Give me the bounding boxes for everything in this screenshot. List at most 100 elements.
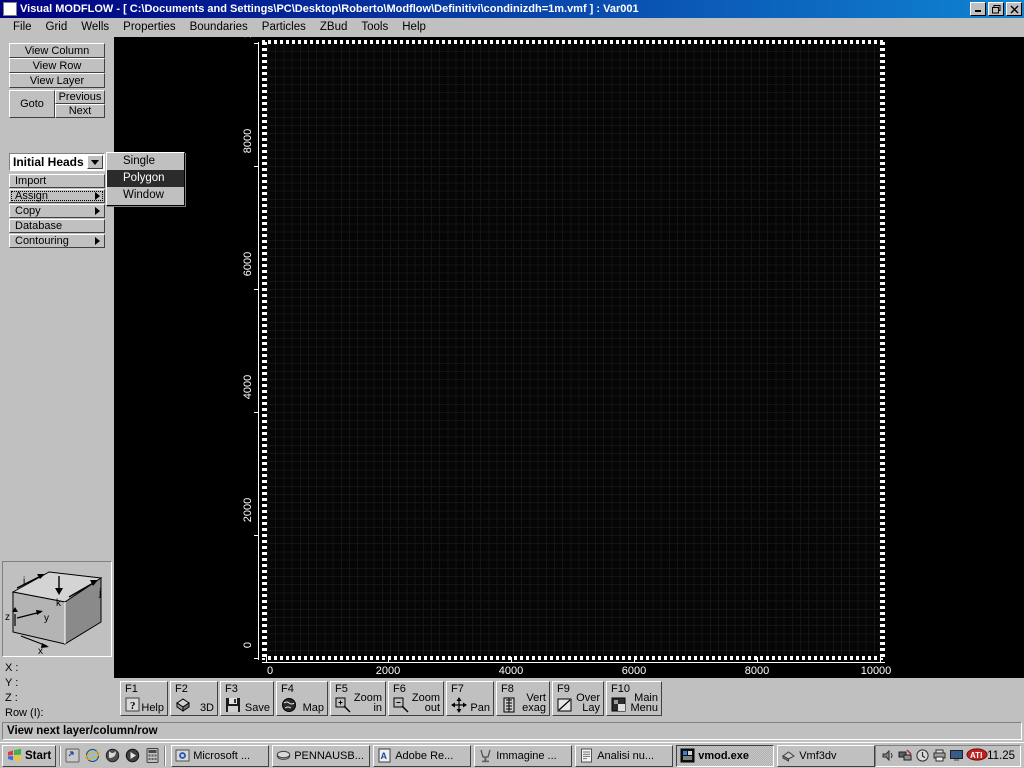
ati-icon[interactable]: ATI <box>966 748 988 763</box>
display-icon[interactable] <box>949 748 964 763</box>
start-button[interactable]: Start <box>2 744 57 767</box>
f6-zoom-out-button[interactable]: F6 Zoom out <box>388 681 444 716</box>
x-tick-label: 4000 <box>498 665 524 677</box>
database-button[interactable]: Database <box>9 219 105 233</box>
menu-particles[interactable]: Particles <box>255 20 313 34</box>
cube-diagram: i j k x y z <box>5 571 103 657</box>
media-player-icon[interactable] <box>104 747 121 764</box>
show-desktop-icon[interactable] <box>64 747 81 764</box>
view-column-button[interactable]: View Column <box>9 43 105 58</box>
import-button[interactable]: Import <box>9 174 105 188</box>
next-button[interactable]: Next <box>55 104 105 118</box>
coord-row-row: Row (I): <box>0 706 112 721</box>
y-tick-label: 10000 <box>242 37 254 38</box>
overlay-icon <box>557 697 573 713</box>
svg-text:A: A <box>381 751 388 761</box>
x-axis-line <box>262 662 885 663</box>
coord-row-z: Z : <box>0 691 112 706</box>
view-layer-button[interactable]: View Layer <box>9 73 105 88</box>
task-button-analisi[interactable]: Analisi nu... <box>575 744 674 767</box>
task-button-immagine[interactable]: Immagine ... <box>474 744 573 767</box>
submenu-arrow-icon <box>95 192 100 200</box>
menu-properties[interactable]: Properties <box>116 20 182 34</box>
taskbar-clock: 11.25 <box>987 749 1015 762</box>
menu-help[interactable]: Help <box>395 20 433 34</box>
visual-modflow-window: Visual MODFLOW - [ C:\Documents and Sett… <box>0 0 1024 768</box>
data-type-combobox[interactable]: Initial Heads <box>9 153 105 171</box>
y-tick-label: 4000 <box>242 374 254 400</box>
menu-file[interactable]: File <box>6 20 39 34</box>
y-tick-label: 8000 <box>242 128 254 154</box>
menu-grid[interactable]: Grid <box>39 20 75 34</box>
task-label: Vmf3dv <box>799 749 837 762</box>
menu-wells[interactable]: Wells <box>74 20 116 34</box>
calculator-icon[interactable] <box>144 747 161 764</box>
axis-left-rail <box>262 42 267 658</box>
quicktime-icon[interactable] <box>124 747 141 764</box>
assign-button[interactable]: Assign <box>9 189 105 203</box>
f8-vert-exag-button[interactable]: F8 Vert exag <box>496 681 550 716</box>
restore-button[interactable] <box>988 2 1004 16</box>
coord-row-x: X : <box>0 661 112 676</box>
vmod-icon <box>680 748 695 763</box>
f10-main-menu-button[interactable]: F10 Main Menu <box>606 681 662 716</box>
task-button-vmf3dv[interactable]: Vmf3dv <box>777 744 876 767</box>
network-icon[interactable] <box>898 748 913 763</box>
f9-overlay-button[interactable]: F9 Over Lay <box>552 681 604 716</box>
x-tick-label: 6000 <box>621 665 647 677</box>
volume-icon[interactable] <box>881 748 896 763</box>
task-button-microsoft[interactable]: Microsoft ... <box>171 744 270 767</box>
y-axis-line <box>258 42 259 660</box>
f4-map-button[interactable]: F4 Map <box>276 681 328 716</box>
finite-difference-grid[interactable] <box>266 42 880 658</box>
menu-tools[interactable]: Tools <box>354 20 395 34</box>
submenu-item-polygon[interactable]: Polygon <box>107 170 184 187</box>
f6-key-label: F6 <box>393 683 406 695</box>
submenu-item-single[interactable]: Single <box>107 153 184 170</box>
menu-zbud[interactable]: ZBud <box>313 20 355 34</box>
printer-icon[interactable] <box>932 748 947 763</box>
y-tick-mark <box>254 535 259 536</box>
goto-button[interactable]: Goto <box>9 90 55 118</box>
imaging-icon <box>478 748 493 763</box>
coord-label-z: Z : <box>5 692 18 704</box>
task-button-vmod[interactable]: vmod.exe <box>676 744 775 767</box>
taskbar-divider <box>59 745 62 766</box>
f7-pan-button[interactable]: F7 Pan <box>446 681 494 716</box>
system-tray: ATI 11.25 <box>875 744 1021 767</box>
f3-save-button[interactable]: F3 Save <box>220 681 274 716</box>
f5-zoom-in-button[interactable]: F5 Zoom in <box>330 681 386 716</box>
contouring-button[interactable]: Contouring <box>9 234 105 248</box>
previous-button[interactable]: Previous <box>55 90 105 104</box>
antivirus-icon[interactable] <box>915 748 930 763</box>
assign-submenu: Single Polygon Window <box>106 152 185 206</box>
f4-label: Map <box>302 702 324 714</box>
word-icon <box>579 748 594 763</box>
app-icon <box>3 2 17 16</box>
close-button[interactable] <box>1006 2 1022 16</box>
menu-boundaries[interactable]: Boundaries <box>183 20 255 34</box>
internet-explorer-icon[interactable] <box>84 747 101 764</box>
x-tick-label: 8000 <box>744 665 770 677</box>
cube-label-j: j <box>98 588 101 599</box>
window-title: Visual MODFLOW - [ C:\Documents and Sett… <box>20 3 639 15</box>
x-tick-mark <box>511 657 512 662</box>
view-row-button[interactable]: View Row <box>9 58 105 73</box>
cube-icon <box>175 697 191 713</box>
minimize-button[interactable] <box>970 2 986 16</box>
f1-help-button[interactable]: F1 ? Help <box>120 681 168 716</box>
y-tick-mark <box>254 412 259 413</box>
y-tick-mark <box>254 43 259 44</box>
copy-button[interactable]: Copy <box>9 204 105 218</box>
chevron-down-icon[interactable] <box>87 155 103 169</box>
y-tick-mark <box>254 658 259 659</box>
next-label: Next <box>68 105 92 117</box>
task-button-pennausb[interactable]: PENNAUSB... <box>272 744 371 767</box>
f6-label: Zoom out <box>411 692 440 714</box>
submenu-item-window[interactable]: Window <box>107 187 184 204</box>
zoom-in-icon <box>335 697 351 713</box>
task-button-adobe[interactable]: A Adobe Re... <box>373 744 472 767</box>
folder-icon <box>276 748 291 763</box>
model-view-canvas[interactable]: 0 2000 4000 6000 8000 10000 0 2000 4000 … <box>114 37 1024 678</box>
f2-3d-button[interactable]: F2 3D <box>170 681 218 716</box>
